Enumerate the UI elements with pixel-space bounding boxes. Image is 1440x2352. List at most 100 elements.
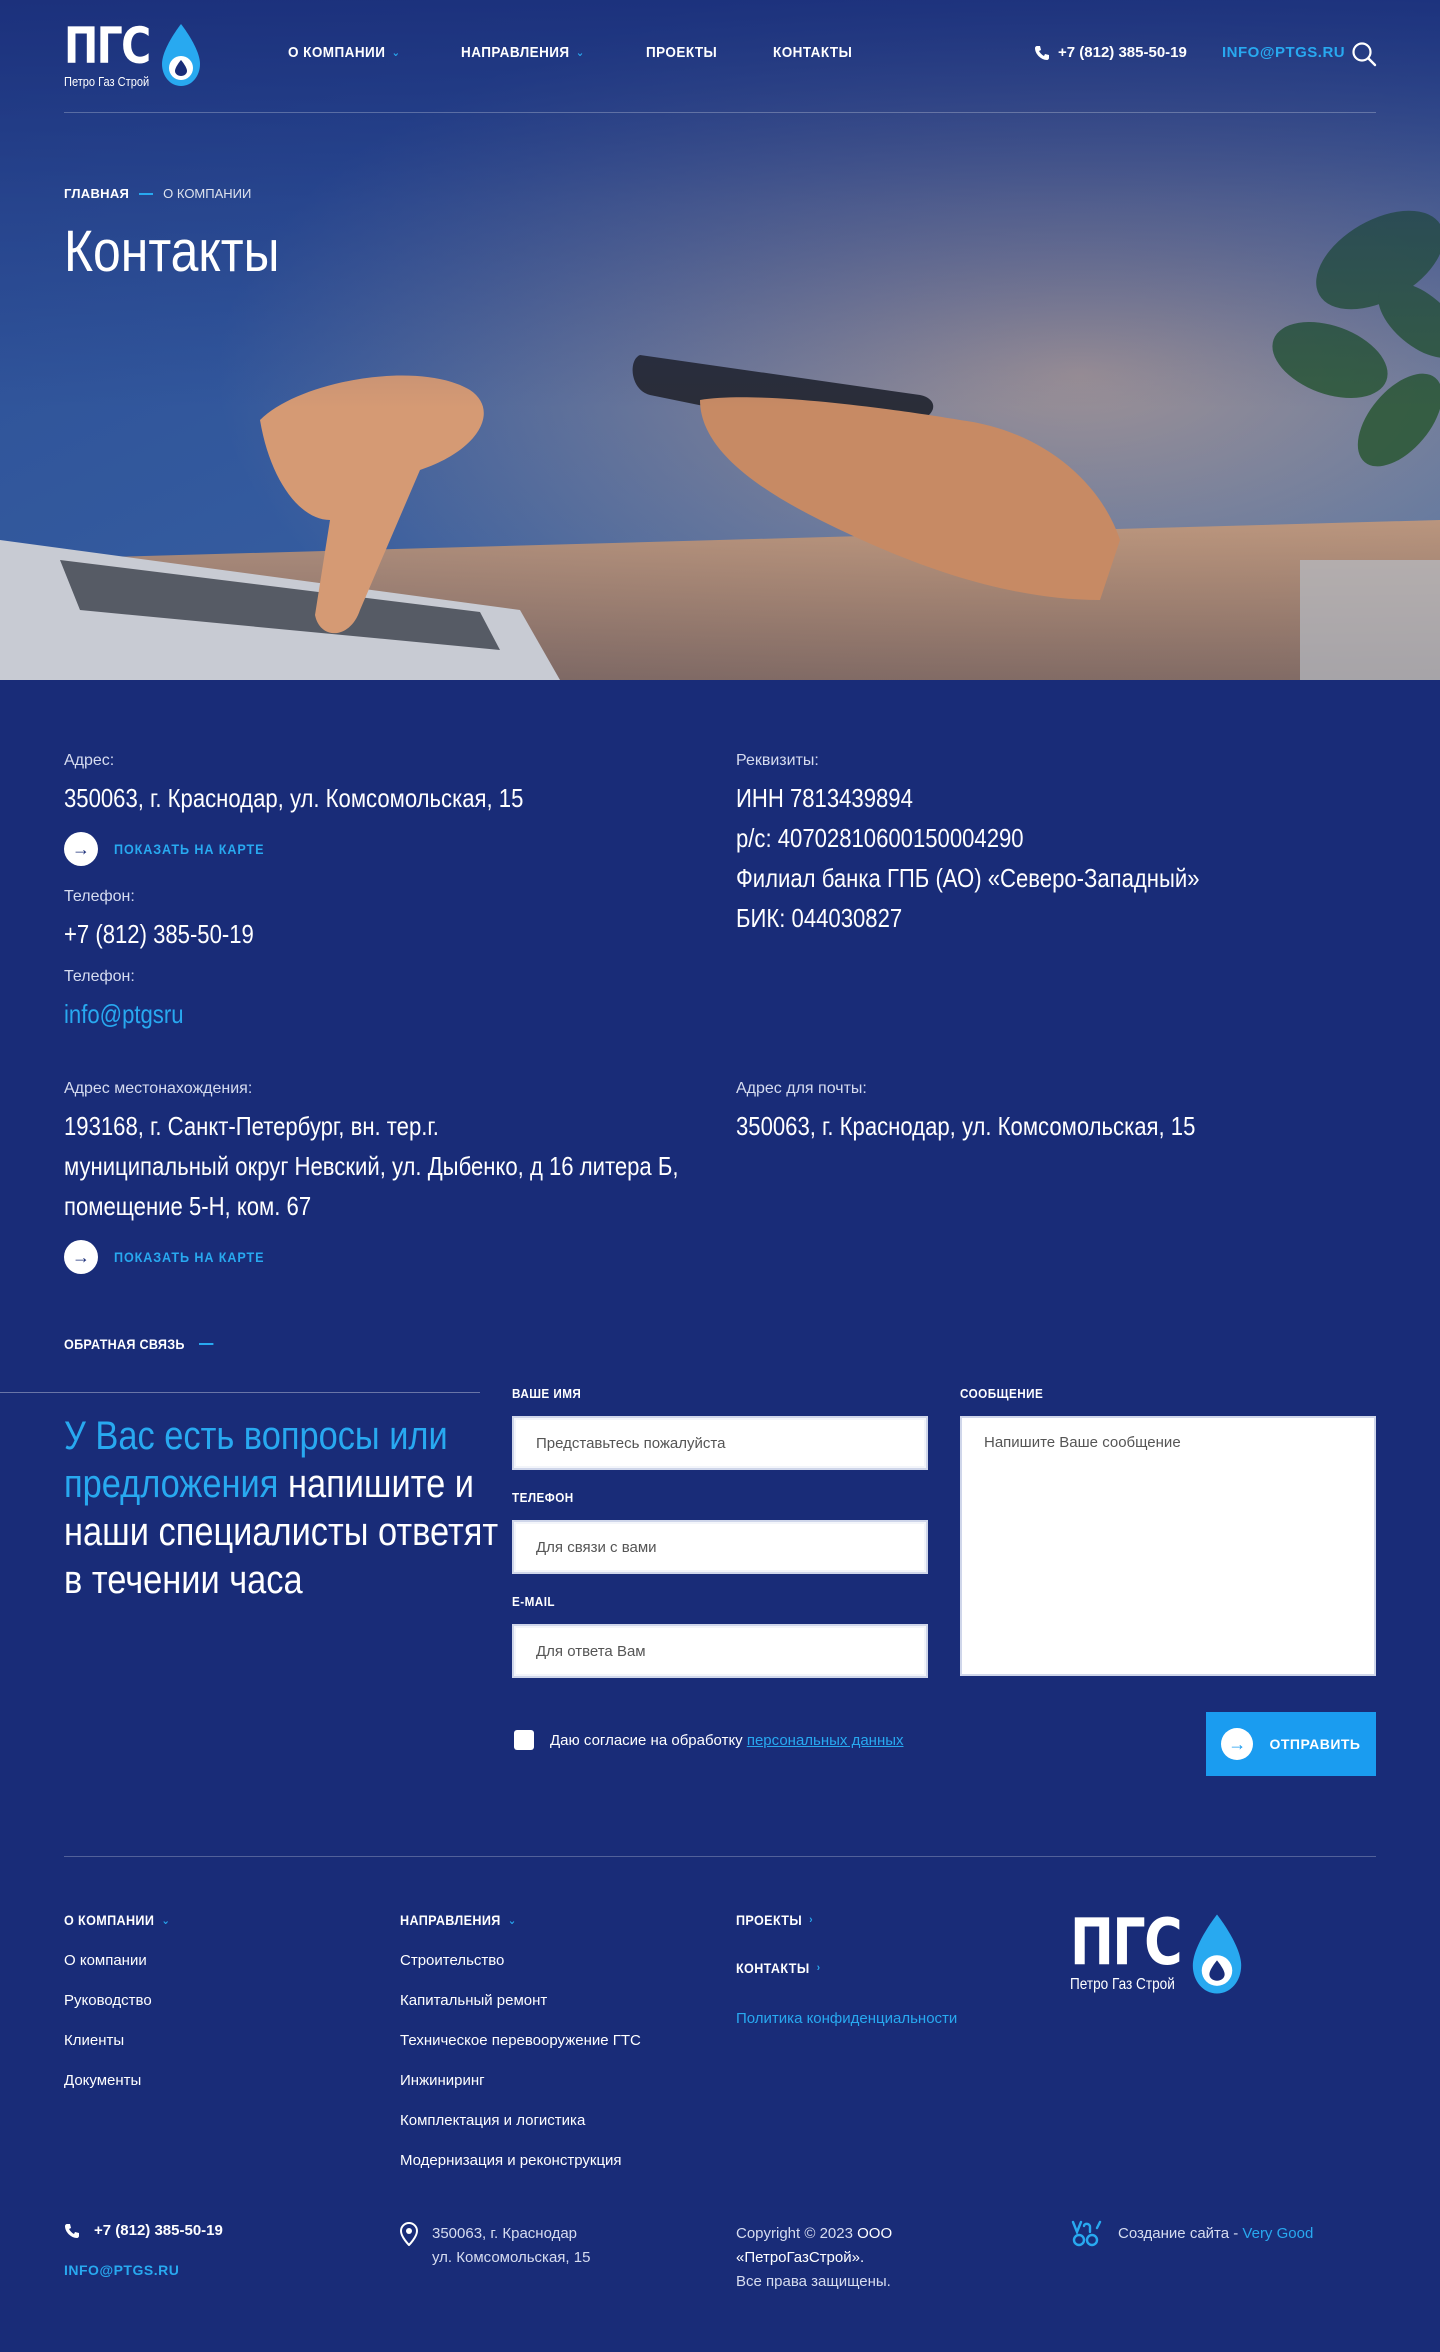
phone-value[interactable]: +7 (812) 385-50-19 (64, 914, 254, 954)
breadcrumb: ГЛАВНАЯ О КОМПАНИИ (64, 186, 251, 201)
consent-text: Даю согласие на обработку персональных д… (550, 1732, 904, 1749)
logo-text: ПГС (1070, 1906, 1183, 1980)
footer-link[interactable]: Капитальный ремонт (400, 1992, 547, 2009)
privacy-policy-link[interactable]: Политика конфиденциальности (736, 2010, 957, 2027)
submit-button[interactable]: → ОТПРАВИТЬ (1206, 1712, 1376, 1776)
copyright-line-3: Все права защищены. (736, 2273, 891, 2290)
footer-email[interactable]: INFO@PTGS.RU (64, 2262, 179, 2278)
postal-value: 350063, г. Краснодар, ул. Комсомольская,… (736, 1111, 1196, 1141)
address-label: Адрес: (64, 752, 115, 769)
location-label: Адрес местонахождения: (64, 1080, 253, 1097)
location-pin-icon (400, 2222, 418, 2246)
header-logo[interactable]: ПГС Петро Газ Строй (64, 20, 214, 92)
feedback-divider (0, 1392, 480, 1393)
consent-row: Даю согласие на обработку персональных д… (514, 1730, 904, 1750)
header-divider (64, 112, 1376, 113)
nav-item-directions[interactable]: НАПРАВЛЕНИЯ ⌄ (461, 44, 585, 61)
header-phone-text: +7 (812) 385-50-19 (1058, 44, 1187, 61)
phone-field[interactable]: Для связи с вами (512, 1520, 928, 1574)
header-phone[interactable]: +7 (812) 385-50-19 (1034, 44, 1187, 61)
nav-item-label: ПРОЕКТЫ (646, 44, 718, 61)
phone-field-label: ТЕЛЕФОН (512, 1490, 574, 1505)
footer-link[interactable]: Документы (64, 2072, 141, 2089)
label-dash (199, 1343, 214, 1345)
name-field-label: ВАШЕ ИМЯ (512, 1386, 582, 1401)
show-on-map-link-2[interactable]: → ПОКАЗАТЬ НА КАРТЕ (64, 1240, 281, 1274)
footer-phone-text: +7 (812) 385-50-19 (94, 2222, 223, 2239)
credit-link[interactable]: Very Good (1242, 2225, 1313, 2242)
footer-copyright: Copyright © 2023 ООО «ПетроГазСтрой». Вс… (736, 2222, 892, 2294)
chevron-down-icon: ⌄ (391, 47, 401, 59)
nav-item-label: КОНТАКТЫ (773, 44, 853, 61)
show-on-map-text: ПОКАЗАТЬ НА КАРТЕ (114, 1249, 265, 1265)
flame-drop-icon (162, 24, 200, 86)
footer-link[interactable]: Клиенты (64, 2032, 124, 2049)
logo-text: ПГС (64, 17, 151, 75)
footer-about-heading[interactable]: О КОМПАНИИ ⌄ (64, 1912, 170, 1928)
footer-address-line-1: 350063, г. Краснодар (432, 2225, 578, 2242)
arrow-right-icon: → (64, 832, 98, 866)
footer-link[interactable]: О компании (64, 1952, 147, 1969)
footer-link[interactable]: Инжиниринг (400, 2072, 485, 2089)
location-line-3: помещение 5-Н, ком. 67 (64, 1191, 312, 1221)
chevron-right-icon: › (816, 1962, 821, 1974)
footer-heading-label: КОНТАКТЫ (736, 1960, 810, 1976)
credit-text: Создание сайта - (1118, 2224, 1243, 2242)
footer-link[interactable]: Строительство (400, 1952, 504, 1969)
phone-icon (65, 2223, 79, 2238)
consent-checkbox[interactable] (514, 1730, 534, 1750)
breadcrumb-home[interactable]: ГЛАВНАЯ (64, 186, 129, 201)
message-field-label: СООБЩЕНИЕ (960, 1386, 1044, 1401)
footer-credit[interactable]: Создание сайта - Very Good (1070, 2218, 1313, 2248)
address-value: 350063, г. Краснодар, ул. Комсомольская,… (64, 783, 524, 813)
page-title: Контакты (64, 219, 280, 284)
footer-address: 350063, г. Краснодар ул. Комсомольская, … (400, 2222, 590, 2270)
arrow-right-icon: → (1221, 1728, 1254, 1760)
email-field[interactable]: Для ответа Вам (512, 1624, 928, 1678)
consent-link[interactable]: персональных данных (747, 1732, 904, 1749)
phone-icon (1035, 45, 1049, 60)
requisites-inn: ИНН 7813439894 (736, 783, 913, 813)
footer-link[interactable]: Техническое перевооружение ГТС (400, 2032, 641, 2049)
nav-item-label: О КОМПАНИИ (288, 44, 386, 61)
breadcrumb-current: О КОМПАНИИ (163, 186, 252, 201)
message-field[interactable]: Напишите Ваше сообщение (960, 1416, 1376, 1676)
header-email[interactable]: INFO@PTGS.RU (1222, 44, 1345, 61)
location-line-2: муниципальный округ Невский, ул. Дыбенко… (64, 1151, 679, 1181)
footer-address-line-2: ул. Комсомольская, 15 (432, 2249, 591, 2266)
footer-link[interactable]: Модернизация и реконструкция (400, 2152, 622, 2169)
footer-directions-heading[interactable]: НАПРАВЛЕНИЯ ⌄ (400, 1912, 517, 1928)
requisites-account: р/с: 40702810600150004290 (736, 823, 1024, 853)
footer-link[interactable]: Руководство (64, 1992, 152, 2009)
requisites-bank: Филиал банка ГПБ (АО) «Северо-Западный» (736, 863, 1200, 893)
footer-contacts-link[interactable]: КОНТАКТЫ › (736, 1960, 820, 1976)
copyright-line-1a: Copyright © 2023 (736, 2225, 858, 2242)
nav-item-contacts[interactable]: КОНТАКТЫ (773, 44, 852, 61)
footer-heading-label: О КОМПАНИИ (64, 1912, 155, 1928)
footer-link[interactable]: Комплектация и логистика (400, 2112, 585, 2129)
show-on-map-link-1[interactable]: → ПОКАЗАТЬ НА КАРТЕ (64, 832, 281, 866)
feedback-heading: У Вас есть вопросы или предложения напиш… (64, 1412, 511, 1604)
email-value[interactable]: info@ptgsru (64, 994, 183, 1034)
requisites-label: Реквизиты: (736, 752, 819, 769)
site-header: ПГС Петро Газ Строй О КОМПАНИИ ⌄ НАПРАВЛ… (64, 20, 1378, 112)
name-field[interactable]: Представьтесь пожалуйста (512, 1416, 928, 1470)
flame-drop-icon (1192, 1914, 1242, 1994)
logo-subtitle: Петро Газ Строй (1070, 1976, 1175, 1993)
feedback-label-text: ОБРАТНАЯ СВЯЗЬ (64, 1336, 185, 1352)
submit-label: ОТПРАВИТЬ (1269, 1736, 1361, 1752)
arrow-right-icon: → (64, 1240, 98, 1274)
copyright-line-1b: ООО (857, 2225, 893, 2242)
search-icon[interactable] (1350, 40, 1378, 68)
footer-logo[interactable]: ПГС Петро Газ Строй (1070, 1910, 1250, 2000)
phone-label: Телефон: (64, 888, 135, 905)
nav-item-about[interactable]: О КОМПАНИИ ⌄ (288, 44, 400, 61)
footer-heading-label: ПРОЕКТЫ (736, 1912, 803, 1928)
requisites-bik: БИК: 044030827 (736, 903, 903, 933)
footer-projects-link[interactable]: ПРОЕКТЫ › (736, 1912, 813, 1928)
chevron-down-icon: ⌄ (507, 1914, 517, 1927)
email-label: Телефон: (64, 968, 135, 985)
feedback-section-label: ОБРАТНАЯ СВЯЗЬ (64, 1336, 214, 1352)
nav-item-projects[interactable]: ПРОЕКТЫ (646, 44, 717, 61)
footer-phone[interactable]: +7 (812) 385-50-19 (64, 2222, 223, 2239)
